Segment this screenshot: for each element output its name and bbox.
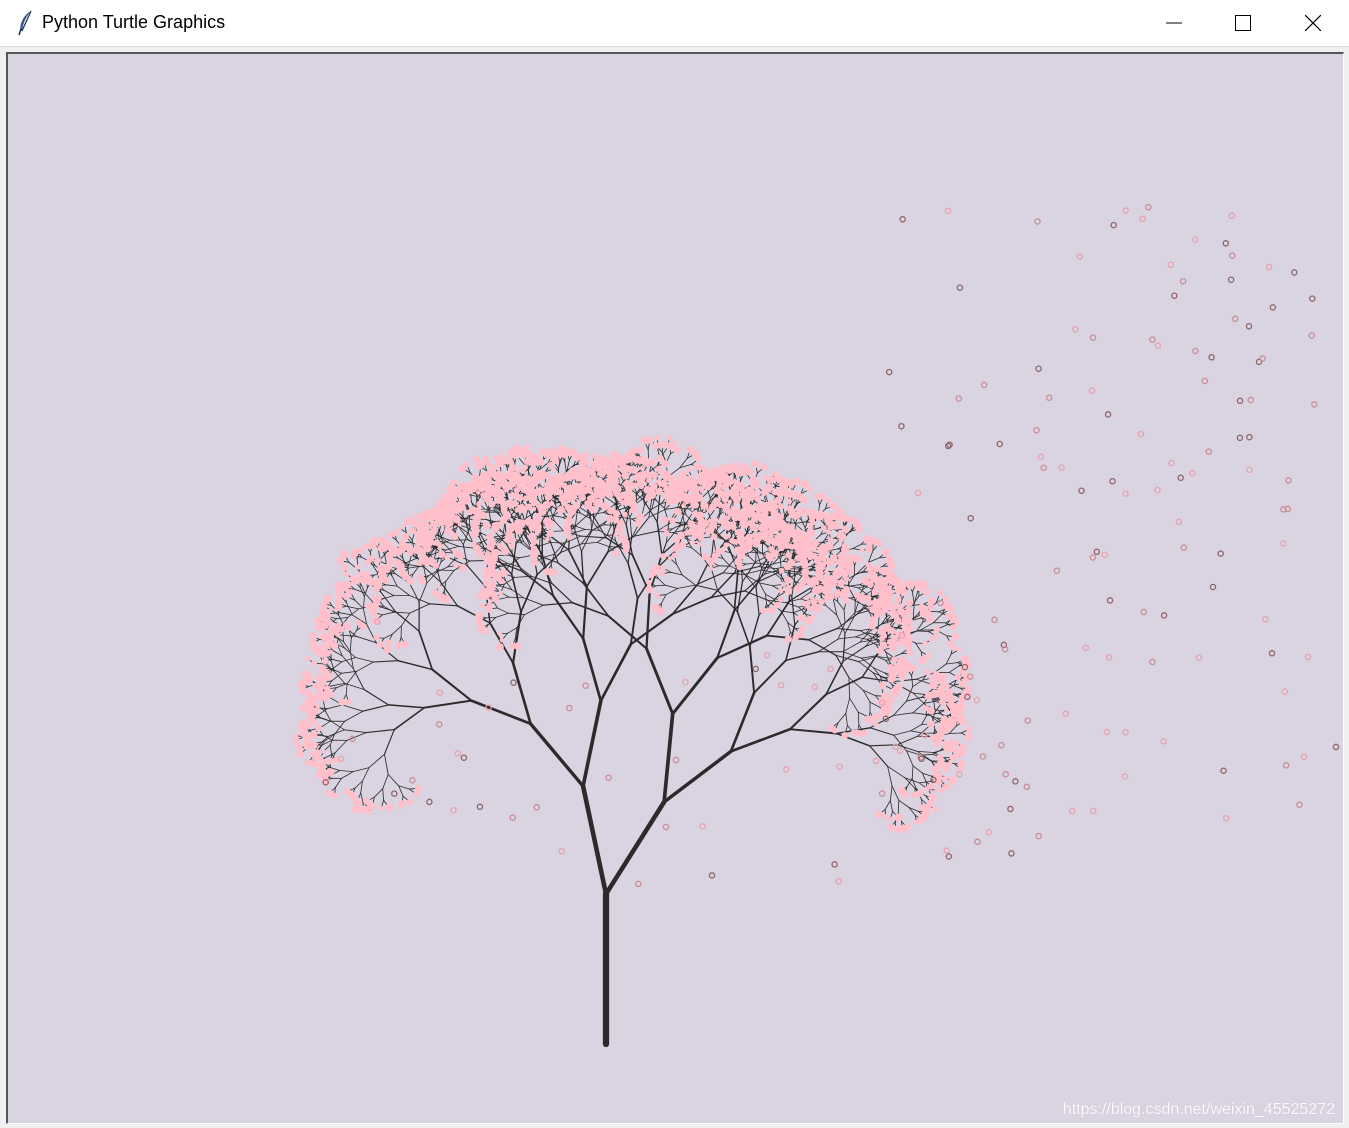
window-title: Python Turtle Graphics <box>42 12 226 32</box>
maximize-icon <box>1235 15 1251 31</box>
title-bar: Python Turtle Graphics <box>0 0 1349 47</box>
turtle-canvas[interactable]: https://blog.csdn.net/weixin_45525272 <box>6 52 1344 1124</box>
cherry-tree-drawing <box>293 203 1340 1048</box>
feather-icon <box>16 10 36 36</box>
tree-branches <box>295 437 970 1048</box>
minimize-button[interactable] <box>1151 0 1197 46</box>
maximize-button[interactable] <box>1220 0 1266 46</box>
watermark-text: https://blog.csdn.net/weixin_45525272 <box>1062 1101 1335 1118</box>
minimize-icon <box>1166 22 1182 24</box>
close-button[interactable] <box>1290 0 1336 46</box>
close-icon <box>1305 15 1321 31</box>
